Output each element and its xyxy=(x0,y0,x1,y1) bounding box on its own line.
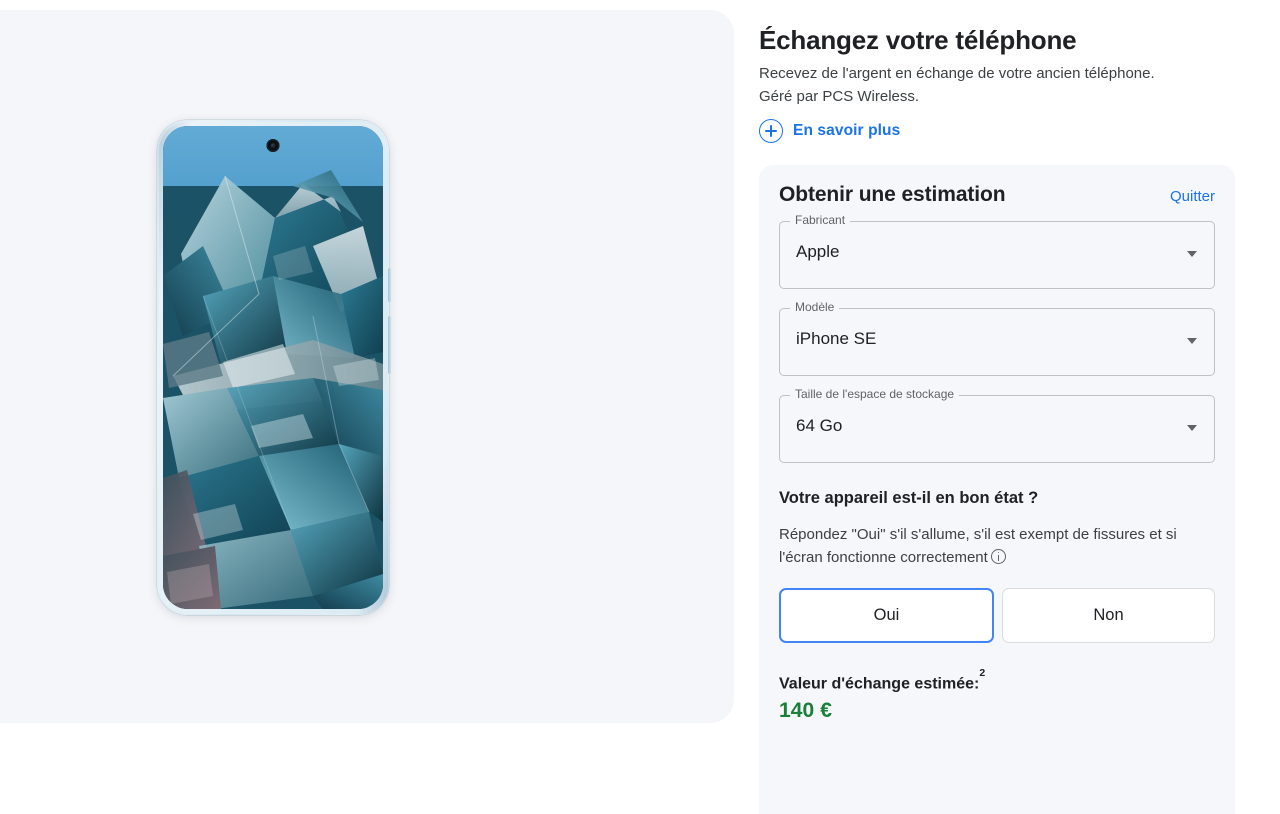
model-select[interactable]: Modèle iPhone SE xyxy=(779,300,1215,376)
condition-description-text: Répondez "Oui" s'il s'allume, s'il est e… xyxy=(779,526,1177,566)
model-value: iPhone SE xyxy=(796,329,877,348)
chevron-down-icon xyxy=(1187,425,1197,431)
quit-button[interactable]: Quitter xyxy=(1170,188,1215,205)
plus-circle-icon xyxy=(759,119,783,143)
condition-options: Oui Non xyxy=(779,588,1215,643)
estimated-value-label: Valeur d'échange estimée:2 xyxy=(779,667,1215,693)
chevron-down-icon xyxy=(1187,251,1197,257)
subtitle-line-2: Géré par PCS Wireless. xyxy=(759,88,920,105)
estimate-card-header: Obtenir une estimation Quitter xyxy=(779,183,1215,207)
storage-label: Taille de l'espace de stockage xyxy=(790,387,960,402)
manufacturer-value: Apple xyxy=(796,242,840,261)
condition-description: Répondez "Oui" s'il s'allume, s'il est e… xyxy=(779,523,1219,569)
manufacturer-label: Fabricant xyxy=(790,213,851,228)
phone-power-button xyxy=(387,268,391,302)
estimate-card: Obtenir une estimation Quitter Fabricant… xyxy=(759,165,1235,814)
trade-in-details: Échangez votre téléphone Recevez de l'ar… xyxy=(759,0,1235,814)
estimated-value-footnote: 2 xyxy=(979,666,986,679)
manufacturer-select[interactable]: Fabricant Apple xyxy=(779,213,1215,289)
model-label: Modèle xyxy=(790,300,840,315)
page-title: Échangez votre téléphone xyxy=(759,25,1077,55)
storage-value: 64 Go xyxy=(796,416,843,435)
learn-more-label: En savoir plus xyxy=(793,122,901,139)
condition-option-yes[interactable]: Oui xyxy=(779,588,994,643)
phone-mockup xyxy=(157,120,391,615)
learn-more-link[interactable]: En savoir plus xyxy=(759,119,900,143)
estimated-value-label-text: Valeur d'échange estimée: xyxy=(779,675,980,693)
info-circle-icon[interactable] xyxy=(990,549,1006,564)
subtitle-line-1: Recevez de l'argent en échange de votre … xyxy=(759,65,1155,82)
device-preview-panel xyxy=(0,10,734,723)
estimated-value-amount: 140 € xyxy=(779,699,833,723)
phone-screen-wallpaper xyxy=(163,126,383,609)
phone-volume-button xyxy=(387,316,391,374)
storage-select-box[interactable] xyxy=(779,395,1215,463)
storage-select[interactable]: Taille de l'espace de stockage 64 Go xyxy=(779,387,1215,463)
page-subtitle: Recevez de l'argent en échange de votre … xyxy=(759,62,1229,108)
trade-in-page: Échangez votre téléphone Recevez de l'ar… xyxy=(0,0,1280,814)
chevron-down-icon xyxy=(1187,338,1197,344)
condition-question: Votre appareil est-il en bon état ? xyxy=(779,489,1039,507)
phone-front-camera xyxy=(266,139,280,152)
estimate-card-title: Obtenir une estimation xyxy=(779,183,1006,206)
manufacturer-select-box[interactable] xyxy=(779,221,1215,289)
condition-option-no[interactable]: Non xyxy=(1002,588,1215,643)
